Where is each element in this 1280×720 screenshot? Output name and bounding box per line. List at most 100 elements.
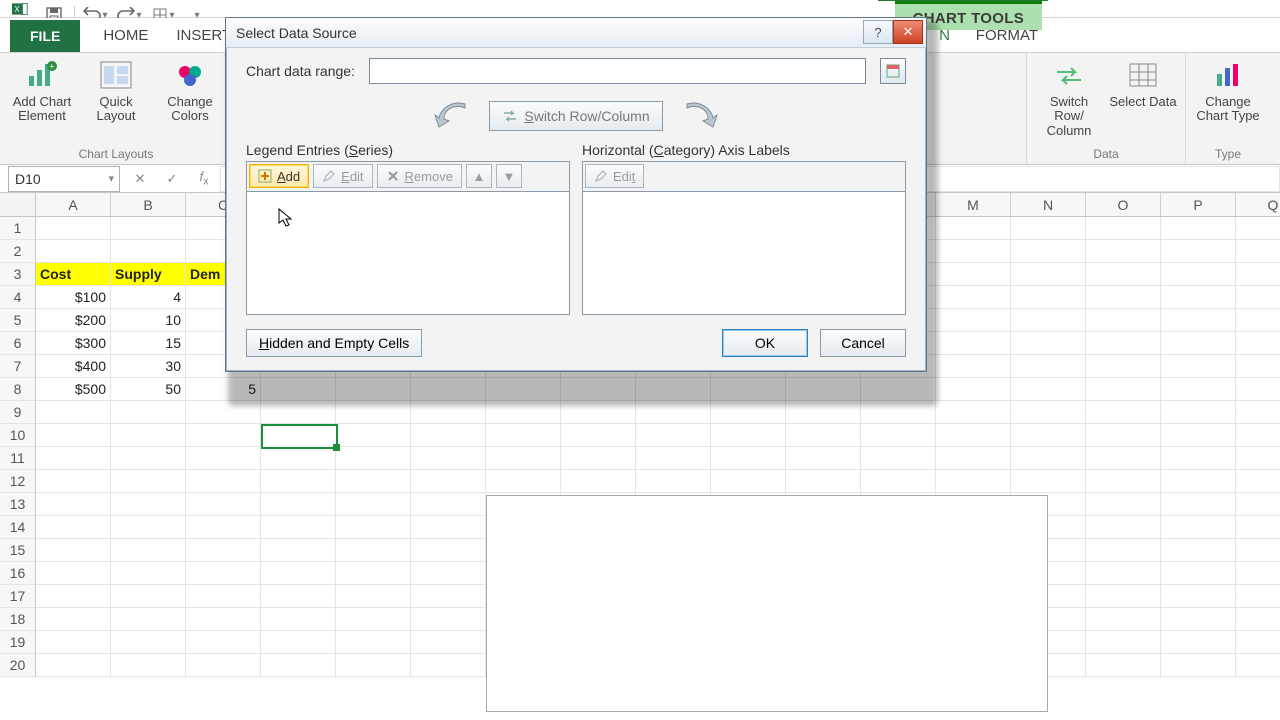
cell[interactable]	[1086, 447, 1161, 470]
cell[interactable]: 30	[111, 355, 186, 378]
cell[interactable]	[1086, 585, 1161, 608]
cell[interactable]	[261, 447, 336, 470]
cell[interactable]	[36, 539, 111, 562]
cell[interactable]	[786, 447, 861, 470]
cell[interactable]	[336, 493, 411, 516]
cell[interactable]: Supply	[111, 263, 186, 286]
cell[interactable]	[1086, 562, 1161, 585]
cell[interactable]	[1161, 217, 1236, 240]
cell[interactable]	[636, 470, 711, 493]
cell[interactable]	[111, 240, 186, 263]
cell[interactable]	[111, 516, 186, 539]
legend-series-listbox[interactable]	[246, 191, 570, 315]
row-header[interactable]: 19	[0, 631, 36, 654]
cell[interactable]	[936, 309, 1011, 332]
cell[interactable]	[861, 470, 936, 493]
cancel-formula-icon[interactable]: ✕	[128, 171, 152, 187]
cell[interactable]: 10	[111, 309, 186, 332]
cell[interactable]	[1236, 401, 1280, 424]
cell[interactable]	[1011, 470, 1086, 493]
cell[interactable]	[1161, 562, 1236, 585]
cell[interactable]	[261, 493, 336, 516]
cell[interactable]	[1086, 309, 1161, 332]
cell[interactable]	[711, 447, 786, 470]
cell[interactable]	[36, 516, 111, 539]
cell[interactable]	[1236, 447, 1280, 470]
row-header[interactable]: 12	[0, 470, 36, 493]
row-header[interactable]: 9	[0, 401, 36, 424]
cell[interactable]: $300	[36, 332, 111, 355]
cell[interactable]	[1011, 355, 1086, 378]
cell[interactable]	[1086, 493, 1161, 516]
row-header[interactable]: 15	[0, 539, 36, 562]
cell[interactable]	[1086, 539, 1161, 562]
cell[interactable]	[486, 447, 561, 470]
cell[interactable]	[1086, 378, 1161, 401]
cell[interactable]	[1011, 424, 1086, 447]
cell[interactable]	[186, 516, 261, 539]
cell[interactable]	[1086, 631, 1161, 654]
change-chart-type-button[interactable]: Change Chart Type	[1194, 57, 1262, 124]
cell[interactable]	[1011, 240, 1086, 263]
cell[interactable]	[36, 585, 111, 608]
cell[interactable]	[1236, 309, 1280, 332]
cell[interactable]	[186, 631, 261, 654]
cell[interactable]	[1086, 355, 1161, 378]
fill-handle[interactable]	[333, 444, 340, 451]
cell[interactable]	[1236, 424, 1280, 447]
cell[interactable]	[1236, 654, 1280, 677]
cell[interactable]	[111, 447, 186, 470]
row-header[interactable]: 4	[0, 286, 36, 309]
cell[interactable]	[1086, 516, 1161, 539]
cell[interactable]	[411, 424, 486, 447]
row-header[interactable]: 14	[0, 516, 36, 539]
cell[interactable]	[36, 401, 111, 424]
cell[interactable]	[636, 424, 711, 447]
cell[interactable]	[1236, 608, 1280, 631]
cell[interactable]	[111, 654, 186, 677]
cell[interactable]	[411, 631, 486, 654]
cell[interactable]	[1236, 286, 1280, 309]
cell[interactable]	[1161, 516, 1236, 539]
cell[interactable]	[36, 562, 111, 585]
cell[interactable]	[936, 424, 1011, 447]
name-box[interactable]: D10	[8, 166, 120, 192]
tab-home[interactable]: HOME	[89, 19, 162, 52]
row-header[interactable]: 13	[0, 493, 36, 516]
cell[interactable]	[186, 447, 261, 470]
hidden-empty-cells-button[interactable]: Hidden and Empty Cells	[246, 329, 422, 357]
cell[interactable]	[336, 470, 411, 493]
cell[interactable]	[261, 470, 336, 493]
cell[interactable]	[111, 401, 186, 424]
legend-move-down-button[interactable]: ▼	[496, 164, 522, 188]
dialog-help-button[interactable]: ?	[863, 20, 893, 44]
cell[interactable]	[1236, 493, 1280, 516]
cell[interactable]	[1161, 631, 1236, 654]
cell[interactable]	[1236, 332, 1280, 355]
cell[interactable]	[336, 608, 411, 631]
column-header[interactable]: B	[111, 193, 186, 217]
cell[interactable]	[111, 539, 186, 562]
row-header[interactable]: 16	[0, 562, 36, 585]
cell[interactable]	[336, 585, 411, 608]
row-headers[interactable]: 1234567891011121314151617181920	[0, 217, 36, 677]
cell[interactable]	[336, 516, 411, 539]
row-header[interactable]: 1	[0, 217, 36, 240]
select-data-ribbon-button[interactable]: Select Data	[1109, 57, 1177, 138]
column-header[interactable]: A	[36, 193, 111, 217]
cell[interactable]	[186, 608, 261, 631]
cell[interactable]: $500	[36, 378, 111, 401]
cell[interactable]	[1086, 263, 1161, 286]
cell[interactable]	[261, 539, 336, 562]
dialog-close-button[interactable]: ✕	[893, 20, 923, 44]
cell[interactable]	[261, 654, 336, 677]
cell[interactable]	[861, 447, 936, 470]
cell[interactable]: Cost	[36, 263, 111, 286]
cell[interactable]	[1161, 286, 1236, 309]
quick-layout-button[interactable]: Quick Layout	[82, 57, 150, 124]
cell[interactable]	[711, 424, 786, 447]
cell[interactable]	[186, 493, 261, 516]
cell[interactable]	[1161, 654, 1236, 677]
cell[interactable]	[711, 470, 786, 493]
cell[interactable]	[1011, 378, 1086, 401]
